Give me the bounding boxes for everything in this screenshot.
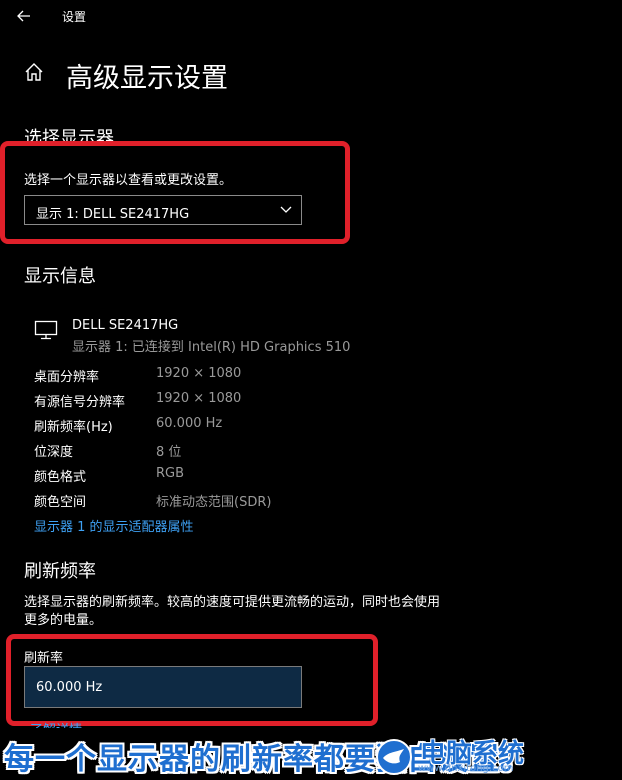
info-value-active-signal-resolution: 1920 × 1080 (156, 391, 242, 406)
info-value-refresh-rate: 60.000 Hz (156, 416, 223, 431)
app-title: 设置 (62, 10, 87, 24)
info-label-color-format: 颜色格式 (34, 470, 87, 485)
select-display-description: 选择一个显示器以查看或更改设置。 (24, 173, 233, 188)
info-value-bit-depth: 8 位 (156, 445, 182, 460)
refresh-rate-dropdown[interactable]: 60.000 Hz (24, 666, 302, 708)
info-value-desktop-resolution: 1920 × 1080 (156, 366, 242, 381)
display-select-value: 显示 1: DELL SE2417HG (36, 207, 190, 222)
title-bar (0, 0, 622, 32)
refresh-rate-description-line2: 更多的电量。 (24, 613, 103, 628)
info-label-active-signal-resolution: 有源信号分辨率 (34, 395, 126, 410)
watermark-url: www.dnxitong.com (418, 763, 514, 774)
page-title: 高级显示设置 (66, 63, 228, 94)
display-info-heading: 显示信息 (24, 266, 96, 287)
bird-logo-icon (374, 738, 414, 776)
learn-more-link[interactable]: 了解详情 (30, 719, 82, 728)
adapter-properties-link[interactable]: 显示器 1 的显示适配器属性 (34, 516, 194, 535)
chevron-down-icon (279, 202, 293, 216)
highlight-box-select-display (0, 141, 350, 244)
caption-banner: 每一个显示器的刷新率都要独自设置。 (0, 728, 622, 780)
info-label-color-space: 颜色空间 (34, 495, 87, 510)
info-label-bit-depth: 位深度 (34, 445, 74, 460)
back-arrow-icon[interactable] (14, 6, 34, 26)
info-label-desktop-resolution: 桌面分辨率 (34, 370, 100, 385)
home-icon[interactable] (22, 60, 46, 84)
info-value-color-format: RGB (156, 466, 185, 481)
refresh-rate-value: 60.000 Hz (36, 680, 103, 695)
monitor-name: DELL SE2417HG (72, 318, 179, 333)
monitor-icon (34, 320, 58, 340)
refresh-rate-heading: 刷新频率 (24, 561, 96, 582)
refresh-rate-field-label: 刷新率 (24, 651, 64, 666)
display-select-dropdown[interactable]: 显示 1: DELL SE2417HG (24, 195, 302, 225)
refresh-rate-description-line1: 选择显示器的刷新频率。较高的速度可提供更流畅的运动，同时也会使用 (24, 595, 441, 610)
info-label-refresh-rate: 刷新频率(Hz) (34, 420, 113, 435)
monitor-connection: 显示器 1: 已连接到 Intel(R) HD Graphics 510 (72, 340, 351, 355)
info-value-color-space: 标准动态范围(SDR) (156, 495, 272, 510)
